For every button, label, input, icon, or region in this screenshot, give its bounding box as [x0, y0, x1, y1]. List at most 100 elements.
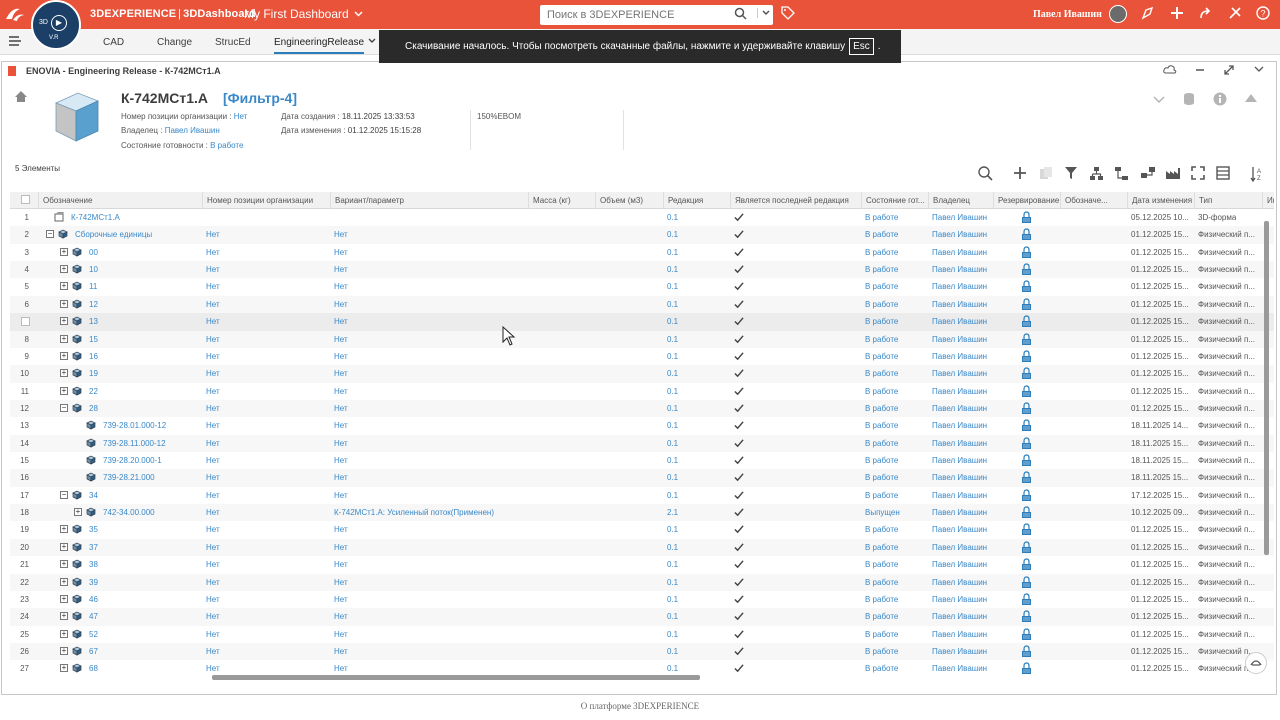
share-icon[interactable]: [1141, 6, 1155, 23]
maturity-value[interactable]: В работе: [210, 141, 243, 150]
owner-cell[interactable]: Павел Ивашин: [932, 383, 987, 400]
row-title-link[interactable]: 13: [89, 313, 98, 330]
revision-cell[interactable]: 0.1: [667, 591, 678, 608]
owner-cell[interactable]: Павел Ивашин: [932, 608, 987, 625]
user-name[interactable]: Павел Ивашин: [1033, 9, 1102, 20]
org-position-cell[interactable]: Нет: [206, 383, 220, 400]
owner-cell[interactable]: Павел Ивашин: [932, 296, 987, 313]
maturity-cell[interactable]: Выпущен: [865, 504, 900, 521]
add-icon[interactable]: [1170, 6, 1184, 23]
owner-cell[interactable]: Павел Ивашин: [932, 574, 987, 591]
maturity-cell[interactable]: В работе: [865, 417, 898, 434]
search-input[interactable]: [540, 9, 725, 21]
maturity-cell[interactable]: В работе: [865, 244, 898, 261]
revision-cell[interactable]: 0.1: [667, 365, 678, 382]
table-row[interactable]: 20 +37 Нет Нет 0.1 В работе Павел Ивашин 01.12.…: [10, 538, 1274, 557]
table-row[interactable]: 19 +35 Нет Нет 0.1 В работе Павел Ивашин 01.12.…: [10, 521, 1274, 538]
search-icon[interactable]: [978, 166, 993, 184]
maturity-cell[interactable]: В работе: [865, 643, 898, 660]
column-header[interactable]: Объем (м3): [595, 192, 663, 209]
row-title-link[interactable]: 37: [89, 539, 98, 556]
revision-cell[interactable]: 0.1: [667, 400, 678, 417]
fullscreen-icon[interactable]: [1191, 166, 1205, 183]
table-row[interactable]: 11 +22 Нет Нет 0.1 В работе Павел Ивашин 01.12.…: [10, 383, 1274, 400]
expand-icon[interactable]: +: [60, 299, 68, 308]
collapse-icon[interactable]: −: [46, 230, 54, 239]
org-position-cell[interactable]: Нет: [206, 556, 220, 573]
expand-icon[interactable]: +: [60, 577, 68, 586]
table-row[interactable]: 21 +38 Нет Нет 0.1 В работе Павел Ивашин 01.12.…: [10, 556, 1274, 573]
variant-cell[interactable]: Нет: [334, 452, 348, 469]
expand-icon[interactable]: +: [60, 560, 68, 569]
row-title-link[interactable]: 46: [89, 591, 98, 608]
table-row[interactable]: 16 739-28.21.000 Нет Нет 0.1 В работе Павел Ив…: [10, 469, 1274, 487]
column-header[interactable]: Является последней редакция: [730, 192, 861, 209]
expand-icon[interactable]: +: [60, 369, 68, 378]
maturity-cell[interactable]: В работе: [865, 348, 898, 365]
org-position-cell[interactable]: Нет: [206, 643, 220, 660]
expand-icon[interactable]: +: [60, 317, 68, 326]
revision-cell[interactable]: 0.1: [667, 383, 678, 400]
table-row[interactable]: 25 +52 Нет Нет 0.1 В работе Павел Ивашин 01.12.…: [10, 626, 1274, 643]
row-title-link[interactable]: 39: [89, 574, 98, 591]
revision-cell[interactable]: 2.1: [667, 504, 678, 521]
expand-icon[interactable]: +: [60, 247, 68, 256]
owner-cell[interactable]: Павел Ивашин: [932, 417, 987, 434]
tab-engineering-release[interactable]: EngineeringRelease: [274, 37, 365, 54]
revision-cell[interactable]: 0.1: [667, 643, 678, 660]
table-row[interactable]: 23 +46 Нет Нет 0.1 В работе Павел Ивашин 01.12.…: [10, 591, 1274, 608]
filter-icon[interactable]: [1064, 166, 1078, 183]
table-row[interactable]: 26 +67 Нет Нет 0.1 В работе Павел Ивашин 01.12.…: [10, 643, 1274, 661]
org-position-cell[interactable]: Нет: [206, 226, 220, 243]
row-title-link[interactable]: 35: [89, 521, 98, 538]
org-position-cell[interactable]: Нет: [206, 261, 220, 278]
expand-icon[interactable]: +: [60, 351, 68, 360]
table-row[interactable]: 18 +742-34.00.000 Нет К-742МСт1.А: Усиленны…: [10, 504, 1274, 522]
row-title-link[interactable]: 15: [89, 331, 98, 348]
column-header[interactable]: Вариант/параметр: [330, 192, 528, 209]
table-row[interactable]: 17 − 34 Нет Нет 0.1 В работе Павел Ивашин 17.12.…: [10, 487, 1274, 504]
maturity-cell[interactable]: В работе: [865, 487, 898, 504]
column-header[interactable]: Владелец: [928, 192, 993, 209]
owner-cell[interactable]: Павел Ивашин: [932, 521, 987, 538]
revision-cell[interactable]: 0.1: [667, 452, 678, 469]
search-icon[interactable]: [734, 7, 747, 23]
org-position-cell[interactable]: Нет: [206, 452, 220, 469]
owner-cell[interactable]: Павел Ивашин: [932, 487, 987, 504]
row-title-link[interactable]: 47: [89, 608, 98, 625]
expand-icon[interactable]: +: [74, 508, 82, 517]
variant-cell[interactable]: Нет: [334, 435, 348, 452]
help-icon[interactable]: ?: [1256, 6, 1270, 23]
maturity-cell[interactable]: В работе: [865, 296, 898, 313]
revision-cell[interactable]: 0.1: [667, 521, 678, 538]
owner-cell[interactable]: Павел Ивашин: [932, 348, 987, 365]
vertical-scrollbar[interactable]: [1264, 221, 1269, 555]
org-position-value[interactable]: Нет: [234, 112, 248, 121]
variant-cell[interactable]: Нет: [334, 244, 348, 261]
row-title-link[interactable]: 739-28.21.000: [103, 469, 155, 486]
row-title-link[interactable]: 739-28.20.000-1: [103, 452, 162, 469]
column-header[interactable]: Дата изменения: [1127, 192, 1194, 209]
org-position-cell[interactable]: Нет: [206, 417, 220, 434]
owner-cell[interactable]: Павел Ивашин: [932, 313, 987, 330]
object-filter[interactable]: [Фильтр-4]: [223, 90, 297, 106]
variant-cell[interactable]: Нет: [334, 348, 348, 365]
owner-cell[interactable]: Павел Ивашин: [932, 261, 987, 278]
org-position-cell[interactable]: Нет: [206, 539, 220, 556]
database-icon[interactable]: [1182, 92, 1196, 109]
owner-cell[interactable]: Павел Ивашин: [932, 209, 987, 226]
tree-icon[interactable]: [1114, 166, 1129, 184]
variant-cell[interactable]: Нет: [334, 331, 348, 348]
row-title-link[interactable]: 52: [89, 626, 98, 643]
owner-cell[interactable]: Павел Ивашин: [932, 278, 987, 295]
expand-icon[interactable]: +: [60, 334, 68, 343]
row-title-link[interactable]: 11: [89, 278, 97, 295]
owner-cell[interactable]: Павел Ивашин: [932, 244, 987, 261]
revision-cell[interactable]: 0.1: [667, 348, 678, 365]
org-position-cell[interactable]: Нет: [206, 435, 220, 452]
add-icon[interactable]: [1013, 166, 1027, 183]
variant-cell[interactable]: Нет: [334, 626, 348, 643]
variant-cell[interactable]: Нет: [334, 313, 348, 330]
maturity-cell[interactable]: В работе: [865, 261, 898, 278]
expand-icon[interactable]: +: [60, 265, 68, 274]
